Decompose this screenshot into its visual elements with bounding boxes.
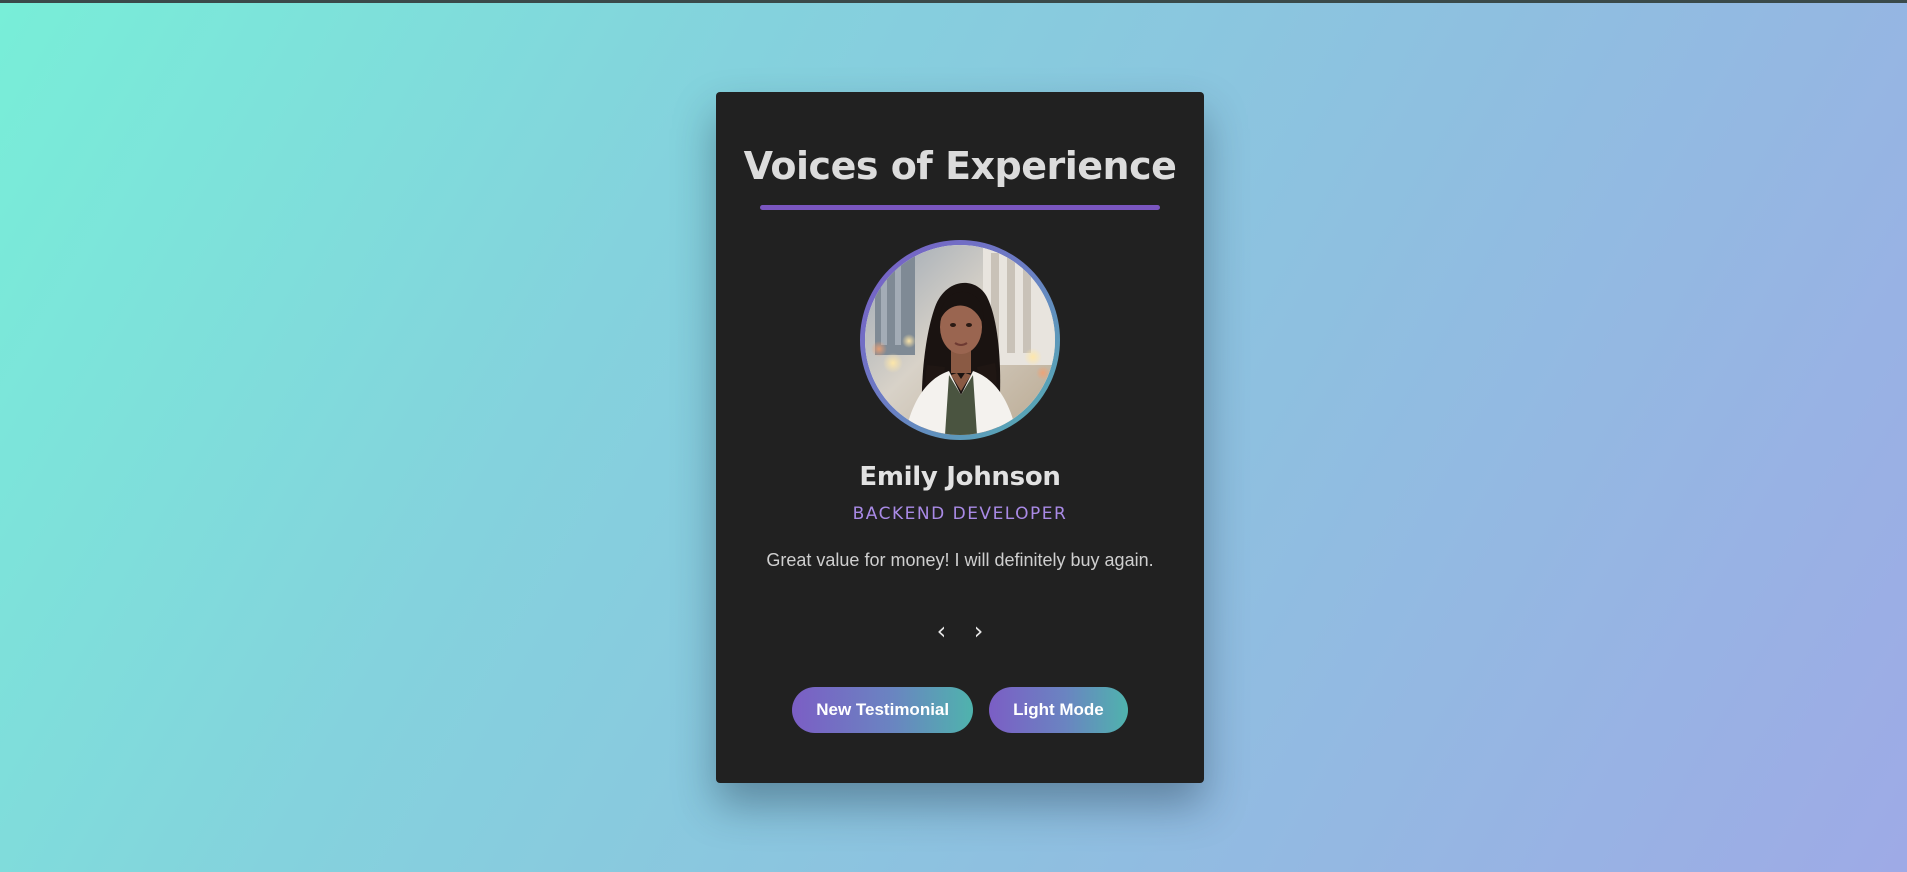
action-buttons: New Testimonial Light Mode — [716, 687, 1204, 733]
avatar-ring — [860, 240, 1060, 440]
testimonial-role: Backend Developer — [852, 504, 1068, 524]
testimonial-navigation: ‹ › — [716, 616, 1204, 646]
testimonial-quote: Great value for money! I will definitely… — [766, 550, 1154, 570]
new-testimonial-button[interactable]: New Testimonial — [792, 687, 974, 733]
avatar — [865, 245, 1055, 435]
card-title: Voices of Experience — [743, 144, 1177, 188]
chevron-right-icon[interactable]: › — [963, 616, 995, 646]
browser-top-border — [0, 0, 1907, 3]
avatar-photo — [865, 245, 1055, 435]
testimonial-name: Emily Johnson — [859, 462, 1061, 492]
chevron-left-icon[interactable]: ‹ — [925, 616, 957, 646]
testimonial-card: Voices of Experience Emily Johnson BACKE… — [716, 92, 1204, 783]
title-underline — [760, 205, 1160, 210]
light-mode-button[interactable]: Light Mode — [989, 687, 1128, 733]
